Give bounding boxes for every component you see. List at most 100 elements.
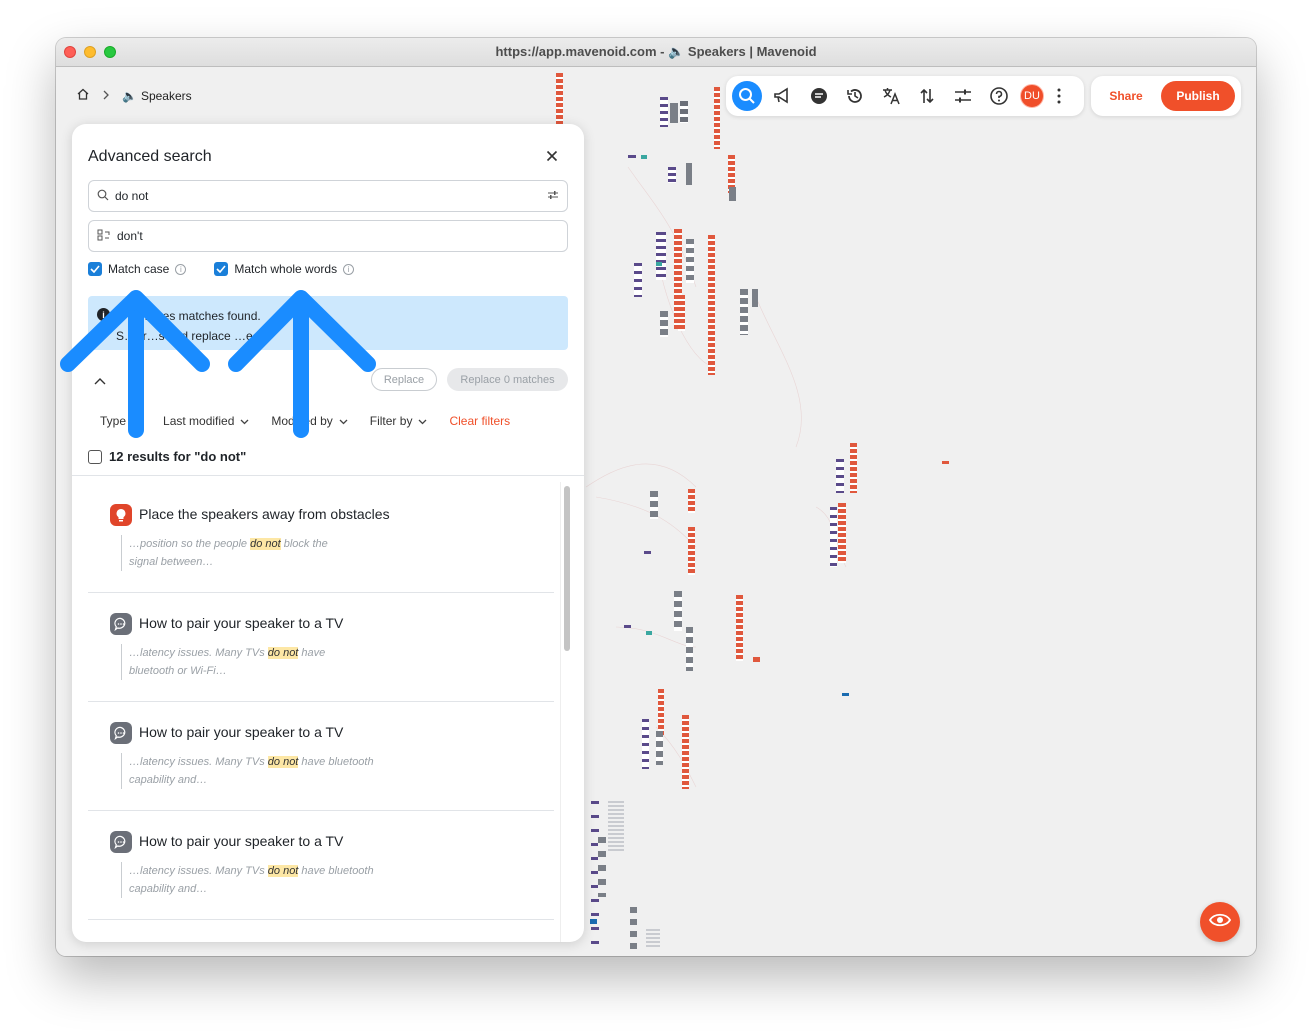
flow-node	[670, 103, 678, 123]
select-all-checkbox[interactable]	[88, 449, 102, 464]
translate-icon[interactable]	[876, 81, 906, 111]
flow-node	[630, 907, 637, 955]
flow-node	[650, 491, 658, 519]
flow-node	[942, 461, 949, 464]
panel-title: Advanced search	[88, 148, 212, 165]
filter-by-label: Filter by	[369, 414, 413, 428]
minimize-window-button[interactable]	[84, 46, 96, 58]
clear-filters-link[interactable]: Clear filters	[449, 414, 510, 428]
share-button[interactable]: Share	[1091, 89, 1161, 103]
flow-node	[740, 289, 748, 335]
flow-node	[644, 551, 651, 554]
snippet-text: bluetooth or Wi-Fi…	[129, 665, 227, 677]
filter-last-modified[interactable]: Last modified	[163, 414, 249, 428]
flow-node	[686, 163, 692, 185]
flow-node	[656, 262, 662, 266]
result-item[interactable]: How to pair your speaker to a TV …latenc…	[88, 593, 554, 702]
filter-type[interactable]: Type	[100, 414, 141, 428]
filter-modified-by[interactable]: Modified by	[271, 414, 348, 428]
flow-node	[688, 489, 695, 513]
advanced-search-panel: Advanced search do not don't Match case …	[72, 124, 584, 942]
eye-icon	[1208, 913, 1232, 932]
flow-node	[660, 97, 668, 127]
flow-node	[556, 73, 563, 127]
info-banner: i …hes matches found. S…t r…s and replac…	[88, 296, 568, 350]
flow-node	[674, 591, 682, 631]
megaphone-icon[interactable]	[768, 81, 798, 111]
filter-type-label: Type	[100, 414, 127, 428]
match-whole-words-label: Match whole words	[234, 262, 338, 276]
filter-by[interactable]: Filter by	[370, 414, 428, 428]
match-case-option[interactable]: Match case i	[88, 262, 187, 276]
match-highlight: do not	[267, 756, 299, 768]
flow-node	[680, 101, 688, 123]
snippet-text: …latency issues. Many TVs	[129, 865, 268, 877]
results-scrollbar-thumb[interactable]	[564, 486, 570, 651]
result-item[interactable]: How to pair your speaker to a TV …latenc…	[88, 702, 554, 811]
flow-node	[708, 235, 715, 375]
match-highlight: do not	[267, 647, 299, 659]
flow-node	[656, 731, 663, 765]
snippet-text: capability and…	[129, 774, 208, 786]
match-case-label: Match case	[108, 262, 170, 276]
flow-node	[830, 507, 837, 567]
flow-node	[686, 239, 694, 283]
home-icon[interactable]	[76, 87, 90, 104]
match-highlight: do not	[250, 538, 281, 550]
search-icon[interactable]	[732, 81, 762, 111]
filter-sliders-icon[interactable]	[547, 189, 559, 203]
chat-bubble-icon	[110, 831, 132, 853]
replace-all-button[interactable]: Replace 0 matches	[447, 368, 568, 391]
result-title: How to pair your speaker to a TV	[139, 615, 344, 631]
sort-icon[interactable]	[912, 81, 942, 111]
result-title: How to pair your speaker to a TV	[139, 833, 344, 849]
chevron-down-icon	[418, 414, 427, 428]
search-field[interactable]	[88, 180, 568, 212]
result-snippet: …latency issues. Many TVs do not have bl…	[121, 753, 421, 789]
info-icon[interactable]: i	[175, 263, 187, 275]
flow-node	[608, 801, 624, 851]
result-item[interactable]: How to pair your speaker to a TV …latenc…	[88, 811, 554, 920]
chevron-up-icon[interactable]	[94, 372, 106, 390]
match-whole-words-checkbox[interactable]	[214, 262, 229, 276]
snippet-text: have bluetooth	[298, 756, 374, 768]
flow-node	[688, 527, 695, 575]
close-icon[interactable]	[544, 148, 560, 164]
share-publish-bar: Share Publish	[1091, 76, 1241, 116]
flow-node	[646, 929, 660, 949]
info-icon[interactable]: i	[343, 263, 355, 275]
snippet-text: …position so the people	[129, 538, 251, 550]
publish-button[interactable]: Publish	[1161, 81, 1235, 111]
flow-node	[628, 155, 636, 158]
snippet-text: have bluetooth	[298, 865, 374, 877]
history-icon[interactable]	[840, 81, 870, 111]
filter-last-modified-label: Last modified	[163, 414, 235, 428]
editor-toolbar: DU	[726, 76, 1084, 116]
search-input[interactable]	[115, 189, 541, 203]
result-snippet: …latency issues. Many TVs do not have bl…	[121, 644, 421, 680]
flow-node	[658, 689, 664, 735]
preview-button[interactable]	[1200, 902, 1240, 942]
chat-bubble-icon	[110, 722, 132, 744]
chat-icon[interactable]	[804, 81, 834, 111]
window-controls	[64, 46, 116, 58]
more-vertical-icon[interactable]	[1050, 81, 1068, 111]
close-window-button[interactable]	[64, 46, 76, 58]
replace-field[interactable]	[88, 220, 568, 252]
help-icon[interactable]	[984, 81, 1014, 111]
result-item[interactable]: Place the speakers away from obstacles ……	[88, 484, 554, 593]
sliders-icon[interactable]	[948, 81, 978, 111]
flow-node	[590, 919, 597, 924]
search-options: Match case i Match whole words i	[88, 262, 355, 276]
breadcrumb-current[interactable]: 🔈 Speakers	[122, 89, 192, 103]
maximize-window-button[interactable]	[104, 46, 116, 58]
match-case-checkbox[interactable]	[88, 262, 102, 276]
replace-input[interactable]	[117, 229, 559, 243]
match-whole-words-option[interactable]: Match whole words i	[214, 262, 355, 276]
speaker-icon: 🔈	[122, 88, 137, 103]
user-avatar[interactable]: DU	[1020, 84, 1044, 108]
snippet-text: capability and…	[129, 883, 208, 895]
banner-line-2: S…t r…s and replace …e…	[116, 329, 265, 343]
flow-node	[598, 837, 606, 897]
replace-button[interactable]: Replace	[371, 368, 437, 391]
